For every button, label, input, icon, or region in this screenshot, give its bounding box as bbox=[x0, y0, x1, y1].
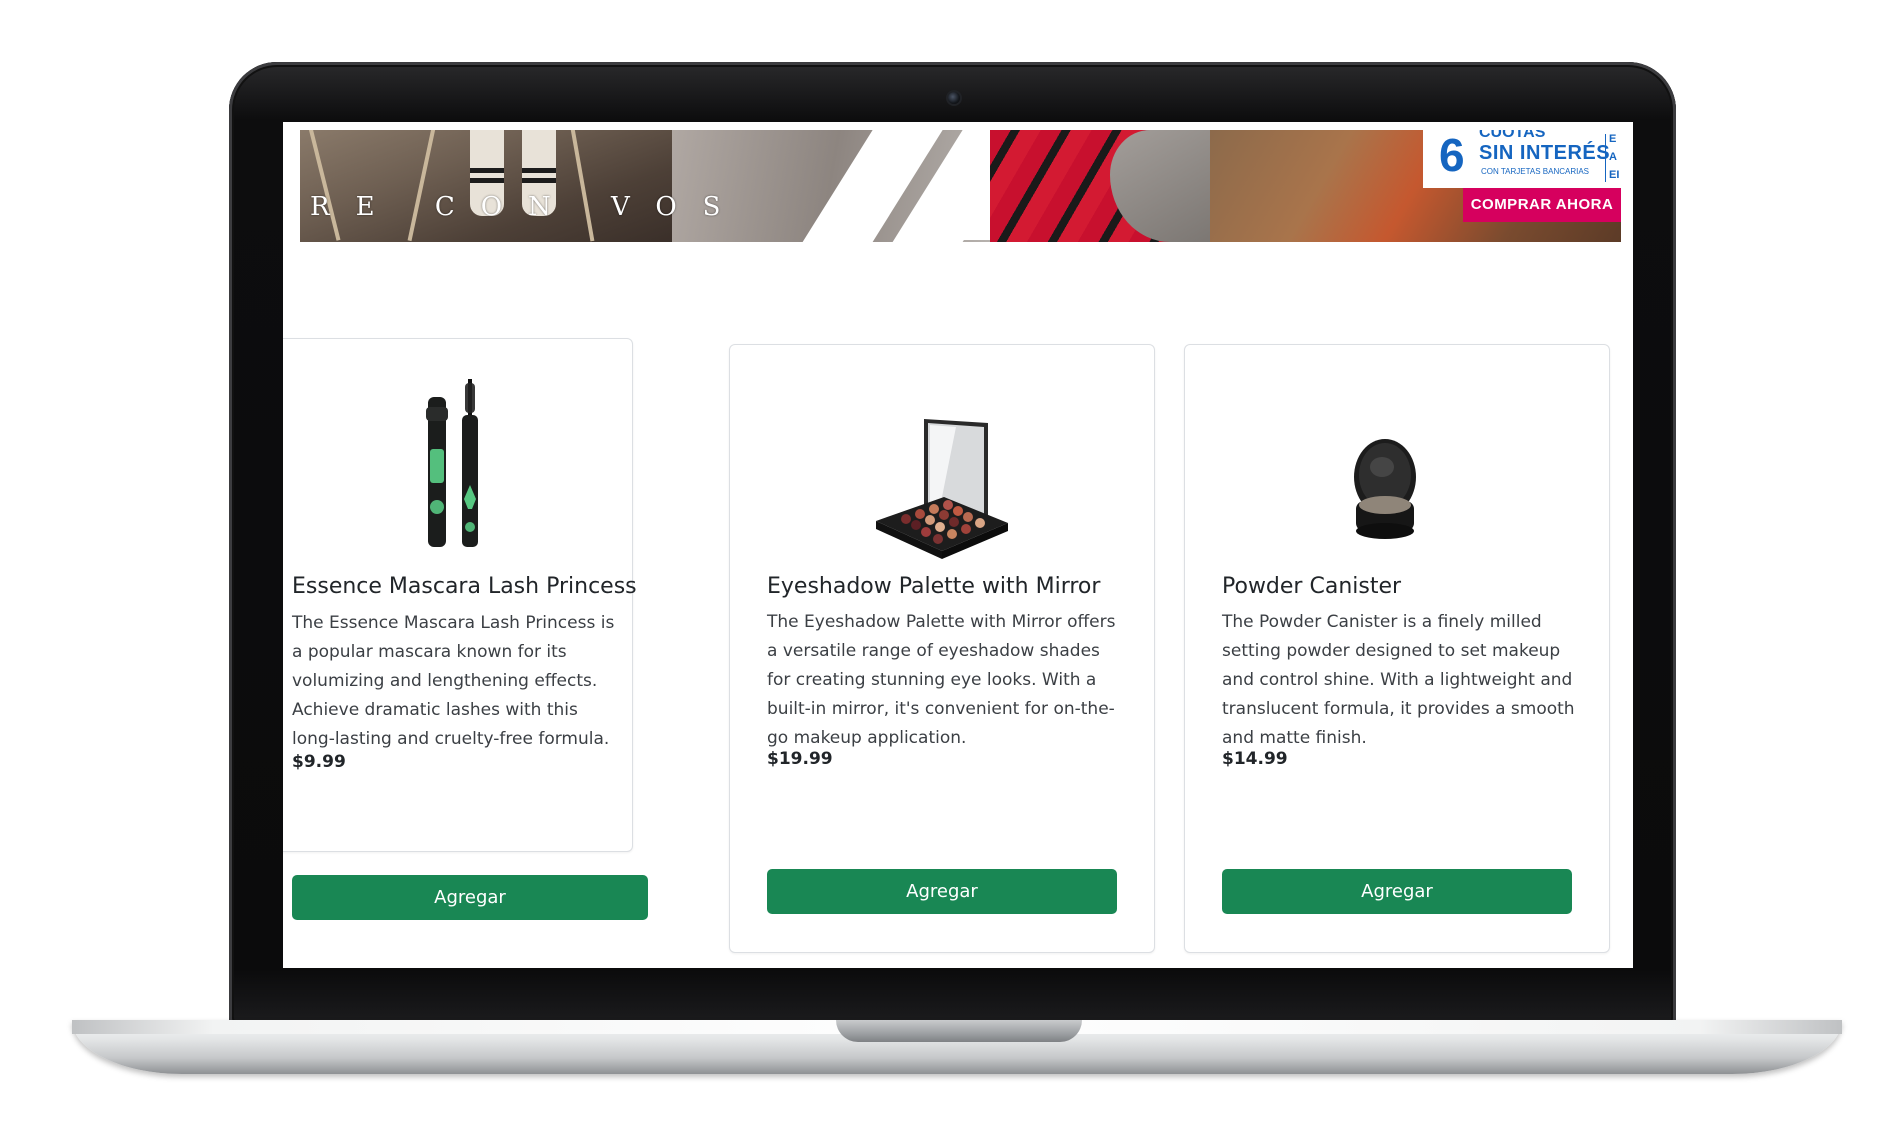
badge-side-text: E A EI bbox=[1609, 133, 1620, 181]
product-description: The Essence Mascara Lash Princess is a p… bbox=[292, 613, 615, 749]
product-description: The Eyeshadow Palette with Mirror offers… bbox=[767, 612, 1116, 748]
product-card: Essence Mascara Lash Princess The Essenc… bbox=[283, 338, 648, 920]
add-to-cart-button[interactable]: Agregar bbox=[767, 869, 1117, 914]
installments-word: CUOTAS bbox=[1479, 130, 1546, 141]
eyeshadow-palette-icon bbox=[876, 419, 1008, 577]
add-to-cart-button[interactable]: Agregar bbox=[1222, 869, 1572, 914]
product-title: Essence Mascara Lash Princess bbox=[292, 574, 637, 599]
product-price: $9.99 bbox=[292, 752, 346, 772]
promo-banner[interactable]: RE CON VOS 6 CUOTAS SIN INTERÉS CON TARJ… bbox=[300, 130, 1621, 242]
laptop-notch bbox=[836, 1020, 1082, 1042]
powder-canister-icon bbox=[1352, 431, 1418, 551]
add-to-cart-button[interactable]: Agregar bbox=[292, 875, 648, 920]
product-card: Powder Canister The Powder Canister is a… bbox=[1184, 344, 1610, 953]
buy-now-button[interactable]: COMPRAR AHORA bbox=[1463, 188, 1621, 222]
product-card: Eyeshadow Palette with Mirror The Eyesha… bbox=[729, 344, 1155, 953]
banner-photo-legs bbox=[300, 130, 672, 242]
installments-cards-note: CON TARJETAS BANCARIAS bbox=[1481, 167, 1590, 176]
webcam-icon bbox=[948, 92, 960, 104]
product-price: $14.99 bbox=[1222, 749, 1288, 769]
badge-divider bbox=[1605, 134, 1606, 182]
browser-screen: RE CON VOS 6 CUOTAS SIN INTERÉS CON TARJ… bbox=[283, 122, 1633, 968]
mascara-icon bbox=[416, 379, 496, 549]
product-title: Eyeshadow Palette with Mirror bbox=[767, 574, 1101, 599]
product-price: $19.99 bbox=[767, 749, 833, 769]
installments-number: 6 bbox=[1439, 130, 1465, 181]
installments-badge: 6 CUOTAS SIN INTERÉS CON TARJETAS BANCAR… bbox=[1423, 130, 1621, 188]
product-title: Powder Canister bbox=[1222, 574, 1402, 599]
product-description: The Powder Canister is a finely milled s… bbox=[1222, 612, 1575, 748]
banner-tagline: RE CON VOS bbox=[310, 192, 747, 222]
installments-no-interest: SIN INTERÉS bbox=[1479, 142, 1611, 164]
